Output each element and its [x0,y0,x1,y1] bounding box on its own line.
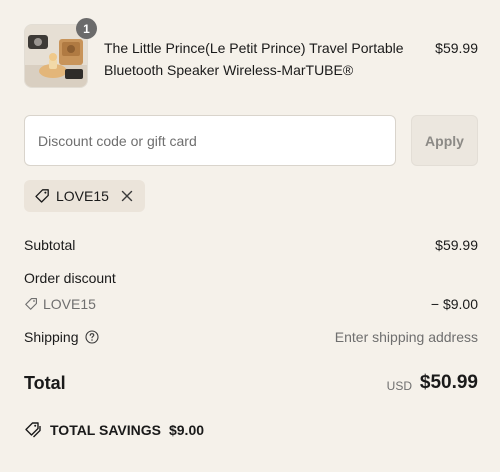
order-discount-value: − $9.00 [430,296,478,312]
apply-button[interactable]: Apply [411,115,478,166]
help-icon[interactable] [84,330,99,344]
quantity-badge: 1 [76,18,97,39]
shipping-label-row: Shipping [24,329,99,345]
product-title: The Little Prince(Le Petit Prince) Trave… [104,40,404,78]
tags-icon [24,421,42,439]
close-icon [121,190,133,202]
shipping-value: Enter shipping address [334,329,478,345]
total-currency: USD [386,379,412,393]
total-savings-value: $9.00 [168,422,205,438]
applied-discount-chip: LOVE15 [24,180,145,212]
total-savings: TOTAL SAVINGS $9.00 [24,421,204,439]
order-discount-label: Order discount [24,270,116,286]
remove-discount-button[interactable] [119,188,135,204]
total-label: Total [24,373,66,393]
subtotal-value: $59.99 [435,237,478,253]
subtotal-label: Subtotal [24,237,76,253]
tag-icon [34,188,50,204]
discount-code-input[interactable] [24,115,396,166]
total-value: $50.99 [419,372,478,393]
total-savings-label: TOTAL SAVINGS [50,422,161,438]
product-price: $59.99 [435,40,478,56]
order-discount-code: LOVE15 [43,296,96,312]
shipping-label: Shipping [24,329,79,345]
applied-discount-code: LOVE15 [56,188,109,204]
tag-icon [24,297,38,311]
order-discount-code-row: LOVE15 [24,296,96,312]
